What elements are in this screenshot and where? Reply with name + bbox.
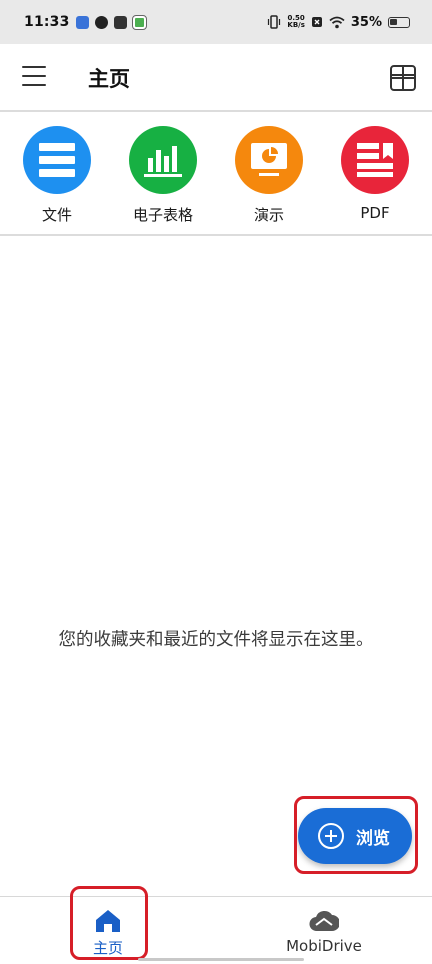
app-bar: 主页	[0, 44, 432, 112]
home-indicator	[138, 958, 304, 961]
grid-view-button[interactable]	[390, 65, 416, 91]
category-documents[interactable]: 文件	[7, 114, 107, 234]
pdf-icon	[341, 126, 409, 194]
browse-button[interactable]: 浏览	[298, 808, 412, 864]
category-label: PDF	[360, 204, 390, 222]
menu-icon	[22, 66, 46, 68]
home-icon	[96, 910, 120, 932]
category-presentations[interactable]: 演示	[219, 114, 319, 234]
cloud-icon	[309, 911, 339, 932]
battery-percent: 35%	[350, 14, 382, 30]
notification-app-icon	[131, 14, 147, 30]
spreadsheet-icon	[129, 126, 197, 194]
category-label: 演示	[253, 206, 284, 224]
network-speed-unit: KB/s	[287, 21, 305, 29]
menu-button[interactable]	[22, 66, 46, 86]
category-pdf[interactable]: PDF	[325, 114, 425, 234]
notification-app-icon	[75, 15, 89, 29]
notification-app-icon	[94, 15, 108, 29]
menu-icon	[22, 75, 46, 77]
presentation-icon	[235, 126, 303, 194]
documents-icon	[23, 126, 91, 194]
add-circle-icon	[318, 823, 344, 849]
nav-home[interactable]: 主页	[0, 897, 216, 964]
empty-state-message: 您的收藏夹和最近的文件将显示在这里。	[58, 630, 374, 650]
bottom-nav: 主页 MobiDrive	[0, 896, 432, 964]
network-speed: 0.50 KB/s	[287, 15, 304, 29]
status-right: 0.50 KB/s 35%	[267, 15, 410, 30]
page-title: 主页	[88, 67, 130, 91]
status-bar: 11:33 0.50 KB/s 35%	[0, 0, 432, 44]
category-spreadsheets[interactable]: 电子表格	[113, 114, 213, 234]
menu-icon	[22, 84, 46, 86]
battery-icon	[388, 16, 410, 28]
nav-mobidrive-label: MobiDrive	[286, 937, 362, 955]
category-label: 电子表格	[132, 206, 193, 224]
mail-icon	[113, 15, 127, 29]
status-time: 11:33	[24, 14, 70, 30]
nav-home-label: 主页	[92, 939, 123, 957]
vibrate-icon	[268, 15, 281, 29]
nav-mobidrive[interactable]: MobiDrive	[216, 897, 432, 964]
status-left: 11:33	[24, 14, 147, 30]
category-row: 文件 电子表格 演示 PDF	[0, 114, 432, 236]
browse-label: 浏览	[356, 828, 390, 849]
wifi-icon	[329, 16, 345, 28]
no-sim-icon	[311, 17, 322, 27]
category-label: 文件	[41, 206, 72, 224]
